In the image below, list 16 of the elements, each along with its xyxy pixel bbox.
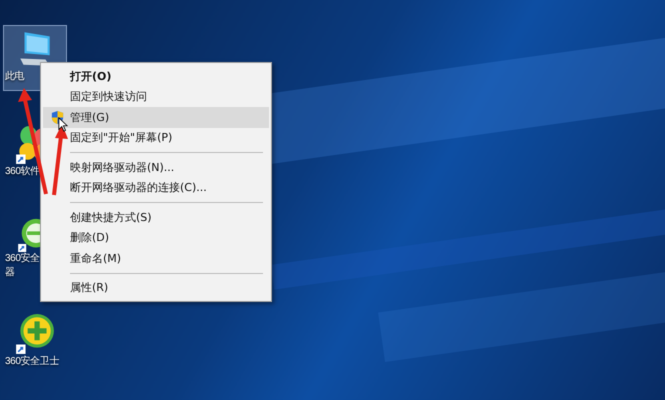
icon-label: 360安全	[5, 252, 40, 266]
menu-item[interactable]: 管理(G)	[43, 107, 269, 128]
icon-label: 此电	[5, 70, 24, 84]
menu-item[interactable]: 重命名(M)	[43, 248, 269, 268]
menu-item[interactable]: 断开网络驱动器的连接(C)...	[43, 178, 269, 198]
icon-label: 器	[5, 266, 15, 280]
menu-item[interactable]: 固定到"开始"屏幕(P)	[43, 128, 269, 148]
menu-item[interactable]: 映射网络驱动器(N)...	[43, 157, 269, 178]
desktop-icon[interactable]: 360安全卫士	[3, 310, 67, 376]
mouse-cursor-icon	[58, 117, 68, 132]
plus-shield-app-icon	[14, 313, 56, 355]
menu-item[interactable]: 创建快捷方式(S)	[43, 207, 269, 228]
menu-item[interactable]: 删除(D)	[43, 228, 269, 248]
icon-label: 360安全卫士	[5, 355, 59, 369]
menu-item[interactable]: 属性(R)	[43, 278, 269, 298]
icon-label: 360软件	[5, 165, 40, 179]
